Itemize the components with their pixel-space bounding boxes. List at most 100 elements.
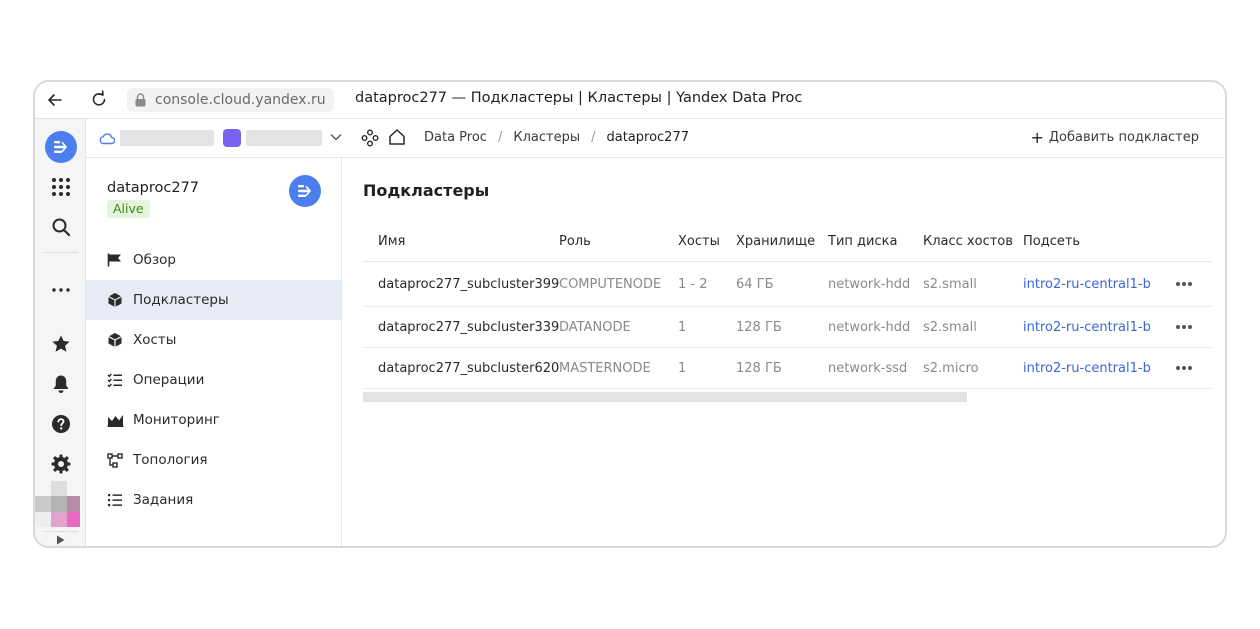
- dataproc-logo-icon: [44, 131, 77, 163]
- cube-icon: [106, 291, 124, 309]
- menu-item-label: Обзор: [133, 252, 176, 268]
- list-icon: [106, 491, 124, 509]
- topology-icon: [106, 451, 124, 469]
- cube-icon: [106, 331, 124, 349]
- subcluster-hosts: 1: [678, 319, 687, 335]
- browser-window: console.cloud.yandex.ru dataproc277 — По…: [33, 80, 1227, 548]
- subcluster-hosts: 1 - 2: [678, 276, 708, 292]
- table-row[interactable]: dataproc277_subcluster339 DATANODE 1 128…: [363, 307, 1212, 348]
- folder-icon: [223, 129, 241, 147]
- dataproc-service-icon: [289, 175, 321, 207]
- subcluster-name: dataproc277_subcluster620: [378, 360, 560, 376]
- reload-icon[interactable]: [89, 89, 109, 109]
- menu-item-label: Хосты: [133, 332, 177, 348]
- more-icon[interactable]: [35, 274, 86, 306]
- subnet-link[interactable]: intro2-ru-central1-b: [1023, 307, 1151, 347]
- subcluster-storage: 128 ГБ: [736, 319, 782, 335]
- main-content: Подкластеры Имя Роль Хосты Хранилище Тип…: [343, 158, 1225, 546]
- menu-item-label: Мониторинг: [133, 412, 220, 428]
- menu-item-monitoring[interactable]: Мониторинг: [86, 400, 341, 440]
- cluster-side-menu: dataproc277 Alive Обзор Подкластеры Хост…: [86, 158, 342, 546]
- subcluster-hosts: 1: [678, 360, 687, 376]
- menu-item-overview[interactable]: Обзор: [86, 240, 341, 280]
- row-actions-menu-icon[interactable]: [1176, 262, 1192, 306]
- menu-item-topology[interactable]: Топология: [86, 440, 341, 480]
- cloud-icon: [99, 133, 115, 145]
- subcluster-host-class: s2.small: [923, 319, 977, 335]
- menu-item-hosts[interactable]: Хосты: [86, 320, 341, 360]
- subcluster-name: dataproc277_subcluster399: [378, 276, 560, 292]
- column-header-disk-type[interactable]: Тип диска: [828, 222, 897, 261]
- lock-icon: [135, 93, 146, 107]
- page-title: dataproc277 — Подкластеры | Кластеры | Y…: [355, 90, 803, 106]
- star-icon[interactable]: [35, 328, 86, 360]
- checklist-icon: [106, 371, 124, 389]
- subcluster-disk-type: network-ssd: [828, 360, 908, 376]
- breadcrumb-separator: /: [497, 130, 503, 145]
- subcluster-storage: 64 ГБ: [736, 276, 774, 292]
- table-row[interactable]: dataproc277_subcluster620 MASTERNODE 1 1…: [363, 348, 1212, 389]
- row-actions-menu-icon[interactable]: [1176, 307, 1192, 347]
- column-header-role[interactable]: Роль: [559, 222, 591, 261]
- subcluster-disk-type: network-hdd: [828, 276, 911, 292]
- back-arrow-icon[interactable]: [45, 90, 65, 110]
- add-subcluster-button[interactable]: + Добавить подкластер: [1030, 128, 1199, 147]
- user-avatar[interactable]: [35, 481, 80, 527]
- subcluster-name: dataproc277_subcluster339: [378, 319, 560, 335]
- breadcrumb-clusters[interactable]: Кластеры: [513, 130, 580, 145]
- column-header-hosts[interactable]: Хосты: [678, 222, 720, 261]
- subcluster-role: COMPUTENODE: [559, 276, 662, 292]
- bell-icon[interactable]: [35, 368, 86, 400]
- add-subcluster-label: Добавить подкластер: [1048, 130, 1199, 145]
- table-row[interactable]: dataproc277_subcluster399 COMPUTENODE 1 …: [363, 262, 1212, 307]
- subnet-link[interactable]: intro2-ru-central1-b: [1023, 348, 1151, 388]
- search-icon[interactable]: [35, 211, 86, 243]
- subcluster-disk-type: network-hdd: [828, 319, 911, 335]
- subclusters-table: Имя Роль Хосты Хранилище Тип диска Класс…: [363, 222, 1212, 389]
- subcluster-role: DATANODE: [559, 319, 631, 335]
- subcluster-storage: 128 ГБ: [736, 360, 782, 376]
- address-bar[interactable]: console.cloud.yandex.ru: [127, 88, 334, 112]
- menu-item-operations[interactable]: Операции: [86, 360, 341, 400]
- breadcrumb-data-proc[interactable]: Data Proc: [424, 130, 487, 145]
- row-actions-menu-icon[interactable]: [1176, 348, 1192, 388]
- rail-dataproc[interactable]: [35, 131, 86, 163]
- menu-item-jobs[interactable]: Задания: [86, 480, 341, 520]
- menu-item-label: Подкластеры: [133, 292, 229, 308]
- status-badge: Alive: [107, 200, 150, 218]
- help-icon[interactable]: [35, 408, 86, 440]
- subcluster-host-class: s2.small: [923, 276, 977, 292]
- breadcrumb: Data Proc / Кластеры / dataproc277: [424, 130, 689, 145]
- subnet-link[interactable]: intro2-ru-central1-b: [1023, 262, 1151, 306]
- section-title: Подкластеры: [363, 181, 490, 200]
- menu-item-label: Задания: [133, 492, 194, 508]
- menu-item-subclusters[interactable]: Подкластеры: [86, 280, 341, 320]
- gear-icon[interactable]: [35, 448, 86, 480]
- flag-icon: [106, 251, 124, 269]
- horizontal-scrollbar[interactable]: [363, 392, 967, 402]
- column-header-host-class[interactable]: Класс хостов: [923, 222, 1013, 261]
- cloud-name-redacted[interactable]: [120, 130, 214, 146]
- folder-name-redacted[interactable]: [246, 130, 322, 146]
- chevron-down-icon[interactable]: [330, 133, 342, 141]
- breadcrumb-separator: /: [591, 130, 596, 145]
- column-header-subnet[interactable]: Подсеть: [1023, 222, 1080, 261]
- url-text: console.cloud.yandex.ru: [155, 92, 326, 108]
- rail-divider: [43, 252, 78, 253]
- table-header: Имя Роль Хосты Хранилище Тип диска Класс…: [363, 222, 1212, 262]
- home-icon[interactable]: [388, 128, 406, 146]
- expand-rail-icon[interactable]: [35, 532, 86, 546]
- browser-toolbar: console.cloud.yandex.ru dataproc277 — По…: [35, 82, 1225, 119]
- column-header-name[interactable]: Имя: [378, 222, 405, 261]
- chart-icon: [106, 411, 124, 429]
- breadcrumb-current[interactable]: dataproc277: [606, 130, 689, 145]
- apps-grid-icon[interactable]: [35, 171, 86, 203]
- plus-icon: +: [1030, 128, 1044, 147]
- subcluster-role: MASTERNODE: [559, 360, 651, 376]
- menu-item-label: Топология: [133, 452, 208, 468]
- subcluster-host-class: s2.micro: [923, 360, 979, 376]
- column-header-storage[interactable]: Хранилище: [736, 222, 815, 261]
- top-navigation: Data Proc / Кластеры / dataproc277 + Доб…: [86, 119, 1225, 158]
- service-graph-icon[interactable]: [361, 129, 379, 147]
- menu-item-label: Операции: [133, 372, 205, 388]
